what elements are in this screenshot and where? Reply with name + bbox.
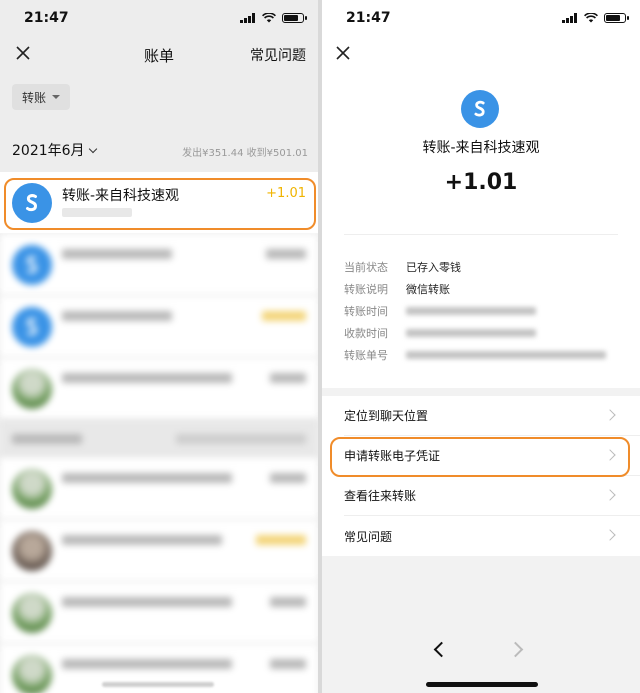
list-item[interactable] bbox=[0, 458, 318, 520]
action-list: 定位到聊天位置 申请转账电子凭证 查看往来转账 常见问题 bbox=[322, 396, 640, 556]
list-item[interactable] bbox=[0, 234, 318, 296]
detail-row-receive-time: 收款时间 bbox=[344, 322, 624, 344]
wifi-icon bbox=[262, 13, 276, 23]
detail-row-note: 转账说明 微信转账 bbox=[344, 278, 624, 300]
action-label: 查看往来转账 bbox=[344, 489, 417, 503]
month-header: 2021年6月 发出¥351.44 收到¥501.01 bbox=[0, 132, 318, 170]
transaction-title: 转账-来自科技速观 bbox=[62, 188, 180, 204]
forward-arrow-icon[interactable] bbox=[507, 641, 524, 658]
list-item[interactable]: 转账-来自科技速观 +1.01 bbox=[0, 172, 318, 234]
signal-icon bbox=[562, 13, 578, 23]
status-icons bbox=[240, 13, 307, 23]
action-label: 申请转账电子凭证 bbox=[344, 449, 441, 463]
transfer-title: 转账-来自科技速观 bbox=[422, 140, 540, 156]
chevron-down-icon bbox=[88, 144, 97, 153]
faq-link[interactable]: 常见问题 bbox=[250, 45, 306, 65]
bill-list-screen: 21:47 账单 常见问题 转账 2021年6月 发出¥351.44 收到¥50… bbox=[0, 0, 318, 693]
filter-label: 转账 bbox=[22, 90, 47, 105]
transaction-list: 转账-来自科技速观 +1.01 bbox=[0, 172, 318, 693]
transfer-amount: +1.01 bbox=[444, 170, 518, 195]
close-icon[interactable] bbox=[334, 44, 352, 62]
avatar bbox=[12, 469, 52, 509]
chevron-right-icon bbox=[604, 529, 616, 541]
avatar bbox=[12, 369, 52, 409]
detail-row-status: 当前状态 已存入零钱 bbox=[344, 256, 624, 278]
chevron-right-icon bbox=[604, 449, 616, 461]
browser-toolbar bbox=[322, 556, 640, 693]
transfer-logo-icon bbox=[12, 183, 52, 223]
battery-icon bbox=[282, 13, 307, 23]
avatar bbox=[12, 655, 52, 693]
redacted-value bbox=[406, 307, 536, 315]
section-gap bbox=[322, 388, 640, 396]
list-item[interactable] bbox=[0, 582, 318, 644]
locate-chat-button[interactable]: 定位到聊天位置 bbox=[344, 396, 640, 436]
status-bar: 21:47 bbox=[322, 0, 640, 36]
month-label: 2021年6月 bbox=[12, 143, 85, 159]
detail-value: 微信转账 bbox=[406, 283, 450, 296]
status-bar: 21:47 bbox=[0, 0, 318, 36]
view-transfers-button[interactable]: 查看往来转账 bbox=[344, 476, 640, 516]
transfer-logo-icon bbox=[12, 307, 52, 347]
detail-label: 当前状态 bbox=[344, 261, 388, 274]
action-label: 常见问题 bbox=[344, 529, 393, 544]
divider bbox=[344, 234, 618, 235]
scroll-indicator bbox=[102, 682, 214, 687]
chevron-right-icon bbox=[604, 409, 616, 421]
detail-value: 已存入零钱 bbox=[406, 261, 461, 274]
status-icons bbox=[562, 13, 629, 23]
list-item[interactable] bbox=[0, 296, 318, 358]
request-e-receipt-button[interactable]: 申请转账电子凭证 bbox=[344, 436, 640, 476]
list-item[interactable] bbox=[0, 358, 318, 420]
detail-row-order-id: 转账单号 bbox=[344, 344, 624, 366]
detail-row-transfer-time: 转账时间 bbox=[344, 300, 624, 322]
month-summary: 发出¥351.44 收到¥501.01 bbox=[182, 148, 308, 159]
status-time: 21:47 bbox=[346, 10, 391, 26]
detail-label: 转账时间 bbox=[344, 305, 388, 318]
chevron-right-icon bbox=[604, 489, 616, 501]
transfer-logo-icon bbox=[12, 245, 52, 285]
redacted-value bbox=[406, 329, 536, 337]
status-time: 21:47 bbox=[24, 10, 69, 26]
detail-label: 收款时间 bbox=[344, 327, 388, 340]
avatar bbox=[12, 593, 52, 633]
list-item[interactable] bbox=[0, 520, 318, 582]
action-label: 定位到聊天位置 bbox=[344, 409, 429, 423]
month-selector[interactable]: 2021年6月 bbox=[12, 140, 97, 160]
battery-icon bbox=[604, 13, 629, 23]
transfer-details: 当前状态 已存入零钱 转账说明 微信转账 转账时间 收款时间 转账单号 bbox=[344, 256, 624, 366]
redacted-value bbox=[406, 351, 606, 359]
month-header-blurred bbox=[0, 420, 318, 458]
wifi-icon bbox=[584, 13, 598, 23]
signal-icon bbox=[240, 13, 256, 23]
transfer-logo-icon bbox=[461, 90, 499, 128]
transaction-amount: +1.01 bbox=[266, 186, 306, 201]
back-arrow-icon[interactable] bbox=[433, 641, 450, 658]
home-indicator[interactable] bbox=[426, 682, 538, 687]
caret-down-icon bbox=[52, 95, 61, 99]
type-filter-dropdown[interactable]: 转账 bbox=[12, 84, 71, 110]
avatar bbox=[12, 531, 52, 571]
detail-label: 转账说明 bbox=[344, 283, 388, 296]
transfer-detail-screen: 21:47 转账-来自科技速观 +1.01 当前状态 已存入零钱 转账说明 微信… bbox=[322, 0, 640, 693]
faq-button[interactable]: 常见问题 bbox=[344, 516, 640, 556]
transaction-time-redacted bbox=[62, 208, 132, 217]
detail-label: 转账单号 bbox=[344, 349, 388, 362]
